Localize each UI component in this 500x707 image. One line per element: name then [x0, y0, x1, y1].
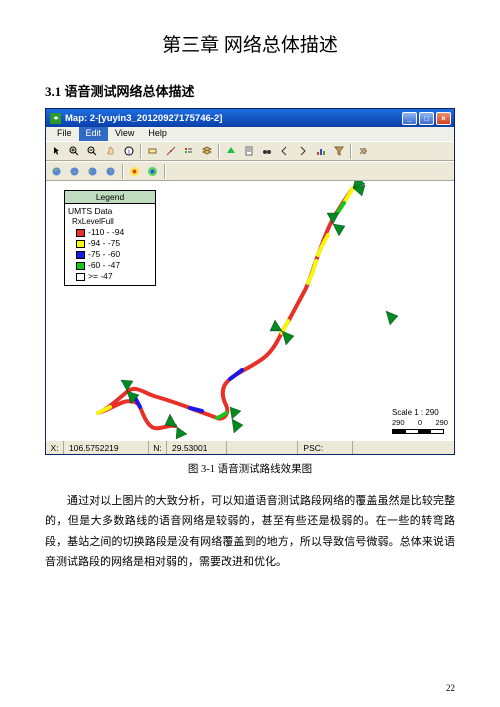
menu-file[interactable]: File — [50, 127, 79, 141]
label-icon[interactable] — [144, 143, 161, 160]
placeholder3-icon[interactable] — [204, 163, 221, 180]
placeholder6-icon[interactable] — [258, 163, 275, 180]
globe1-icon[interactable] — [48, 163, 65, 180]
status-n-label: N: — [149, 441, 167, 454]
menu-bar: File Edit View Help — [46, 127, 454, 141]
app-icon — [50, 113, 61, 124]
toolbar-row-1: i — [46, 141, 454, 161]
body-paragraph: 通过对以上图片的大致分析，可以知道语音测试路段网络的覆盖虽然是比较完整的，但是大… — [45, 491, 455, 572]
pointer-icon[interactable] — [48, 143, 65, 160]
map-canvas[interactable]: Legend UMTS Data RxLevelFull -110 - -94 … — [46, 181, 454, 440]
legend-title: Legend — [65, 191, 155, 204]
pan-icon[interactable] — [102, 143, 119, 160]
zoom-in-icon[interactable] — [66, 143, 83, 160]
placeholder1-icon[interactable] — [168, 163, 185, 180]
chapter-title: 第三章 网络总体描述 — [45, 30, 455, 57]
page-number: 22 — [446, 683, 455, 693]
status-bar: X: 106.5752219 N: 29.53001 PSC: — [46, 440, 454, 454]
coverage1-icon[interactable] — [126, 163, 143, 180]
globe3-icon[interactable] — [84, 163, 101, 180]
menu-view[interactable]: View — [108, 127, 141, 141]
placeholder5-icon[interactable] — [240, 163, 257, 180]
layers-icon[interactable] — [198, 143, 215, 160]
svg-text:i: i — [128, 148, 130, 156]
filter-icon[interactable] — [330, 143, 347, 160]
zoom-out-icon[interactable] — [84, 143, 101, 160]
menu-edit[interactable]: Edit — [79, 127, 109, 141]
prev-icon[interactable] — [276, 143, 293, 160]
toolbar-row-2 — [46, 161, 454, 181]
window-titlebar: Map: 2-[yuyin3_20120927175746-2] _ □ × — [46, 109, 454, 127]
ruler-icon[interactable] — [162, 143, 179, 160]
legend-item-0: -110 - -94 — [76, 227, 152, 238]
figure-caption: 图 3-1 语音测试路线效果图 — [45, 461, 455, 476]
maximize-button[interactable]: □ — [419, 112, 434, 125]
separator — [122, 164, 123, 179]
binoculars-icon[interactable] — [258, 143, 275, 160]
close-button[interactable]: × — [436, 112, 451, 125]
scale-indicator: Scale 1 : 290 290 0 290 — [392, 408, 448, 434]
globe4-icon[interactable] — [102, 163, 119, 180]
info-icon[interactable]: i — [120, 143, 137, 160]
separator — [350, 144, 351, 159]
report-icon[interactable] — [240, 143, 257, 160]
legend-item-2: -75 - -60 — [76, 249, 152, 260]
legend-panel[interactable]: Legend UMTS Data RxLevelFull -110 - -94 … — [64, 190, 156, 286]
status-x-label: X: — [46, 441, 64, 454]
legend-item-4: >= -47 — [76, 271, 152, 282]
status-n-value: 29.53001 — [167, 441, 227, 454]
legend-data-label: UMTS Data — [68, 206, 152, 216]
next-icon[interactable] — [294, 143, 311, 160]
settings-icon[interactable] — [354, 143, 371, 160]
placeholder4-icon[interactable] — [222, 163, 239, 180]
status-psc: PSC: — [298, 441, 353, 454]
minimize-button[interactable]: _ — [402, 112, 417, 125]
menu-help[interactable]: Help — [141, 127, 174, 141]
coverage2-icon[interactable] — [144, 163, 161, 180]
map-application-window: Map: 2-[yuyin3_20120927175746-2] _ □ × F… — [45, 108, 455, 455]
section-title: 3.1 语音测试网络总体描述 — [45, 81, 455, 100]
legend-item-1: -94 - -75 — [76, 238, 152, 249]
separator — [164, 164, 165, 179]
legend-icon[interactable] — [180, 143, 197, 160]
legend-field-label: RxLevelFull — [72, 217, 152, 226]
legend-item-3: -60 - -47 — [76, 260, 152, 271]
status-x-value: 106.5752219 — [64, 441, 149, 454]
separator — [140, 144, 141, 159]
window-title: Map: 2-[yuyin3_20120927175746-2] — [65, 113, 222, 124]
chart-icon[interactable] — [312, 143, 329, 160]
placeholder2-icon[interactable] — [186, 163, 203, 180]
cell-icon[interactable] — [222, 143, 239, 160]
globe2-icon[interactable] — [66, 163, 83, 180]
separator — [218, 144, 219, 159]
